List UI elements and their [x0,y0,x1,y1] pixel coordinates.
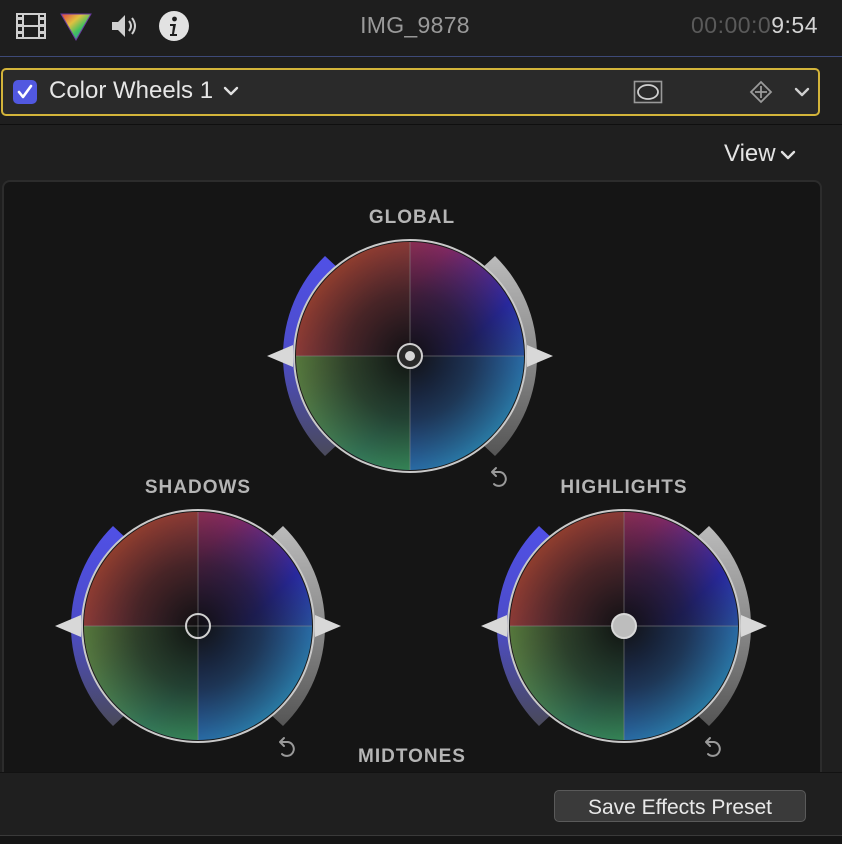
global-wheel-label: GLOBAL [368,207,456,228]
highlights-puck[interactable] [611,613,637,639]
color-prism-icon[interactable] [59,9,93,43]
global-color-wheel[interactable] [260,232,560,498]
inspector-toolbar: IMG_9878 00:00:09:54 [0,0,842,56]
section-divider [0,124,842,125]
film-strip-icon[interactable] [14,9,48,43]
chevron-down-icon [780,150,795,159]
global-reset-icon[interactable] [491,467,507,487]
view-menu-button[interactable]: View [724,140,796,168]
timecode-leading: 00:00:0 [690,12,772,38]
info-icon[interactable] [157,9,191,43]
highlights-color-wheel[interactable] [474,502,774,768]
speaker-icon[interactable] [108,9,142,43]
highlights-reset-icon[interactable] [705,737,721,757]
effect-name[interactable]: Color Wheels 1 [49,77,213,105]
timecode: 00:00:09:54 [691,12,818,39]
effect-enable-checkbox[interactable] [13,80,37,104]
midtones-wheel-label: MIDTONES [358,746,466,767]
checkmark-icon [17,84,33,99]
shadows-wheel-label: SHADOWS [144,477,252,498]
mask-icon[interactable] [633,80,663,104]
keyframe-icon[interactable] [748,80,774,104]
view-menu-label: View [724,140,776,167]
toolbar-divider [0,56,842,57]
save-effects-preset-button[interactable]: Save Effects Preset [554,790,806,822]
clip-name: IMG_9878 [360,12,470,38]
color-wheels-panel: GLOBAL SHADOWS HIGHLIGHTS MIDTONES [2,180,822,784]
footer-edge [0,835,842,844]
shadows-reset-icon[interactable] [279,737,295,757]
effect-header-row[interactable]: Color Wheels 1 [1,68,820,116]
shadows-color-wheel[interactable] [48,502,348,768]
inspector-footer: Save Effects Preset [0,772,842,844]
highlights-wheel-label: HIGHLIGHTS [560,477,688,498]
collapse-chevron-icon[interactable] [793,84,811,100]
timecode-value: 9:54 [771,12,818,38]
chevron-down-icon[interactable] [223,83,239,99]
